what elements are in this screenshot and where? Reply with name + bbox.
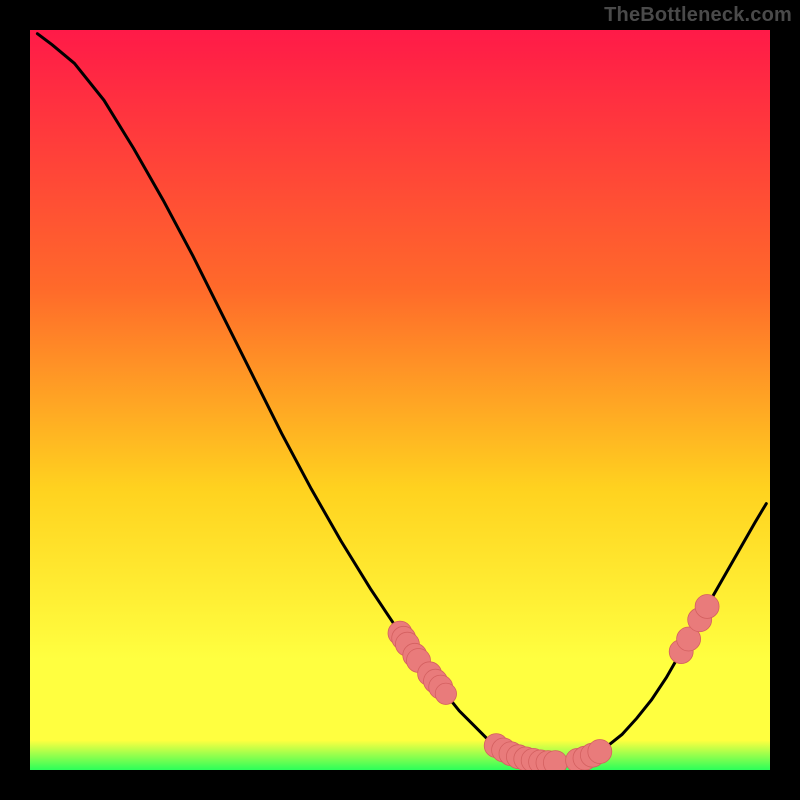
bottleneck-curve-chart [30,30,770,770]
data-marker [435,683,456,704]
data-marker [695,594,719,618]
data-marker [588,740,612,764]
plot-area [30,30,770,770]
gradient-background [30,30,770,770]
chart-frame: TheBottleneck.com [0,0,800,800]
watermark-text: TheBottleneck.com [604,4,792,27]
data-marker [543,751,567,770]
